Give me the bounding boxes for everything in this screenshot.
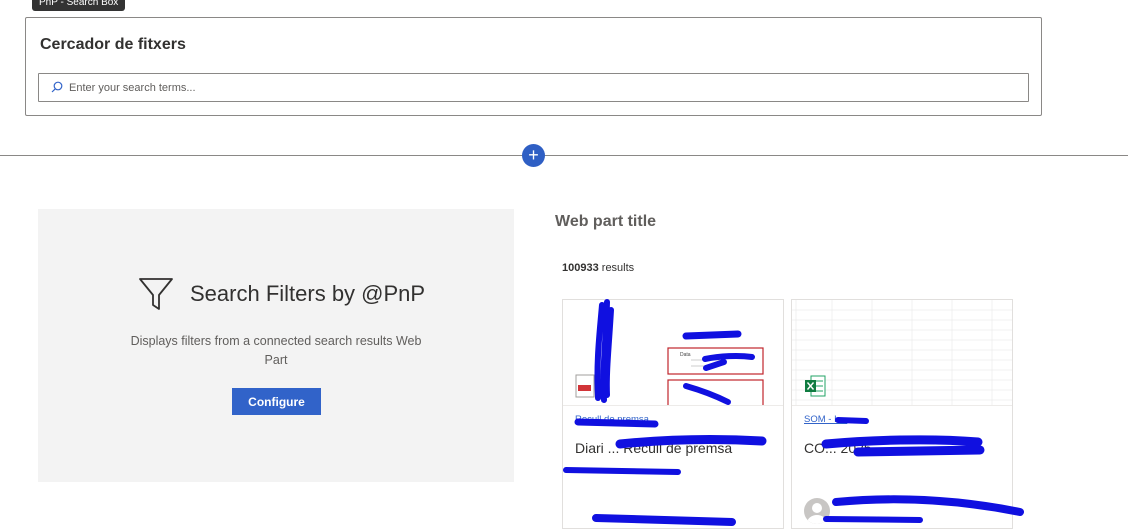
- results-count-number: 100933: [562, 262, 599, 274]
- pdf-icon: [575, 374, 595, 398]
- webpart-tag: PnP - Search Box: [32, 0, 126, 11]
- results-count: 100933 results: [562, 262, 634, 274]
- search-filters-webpart: Search Filters by @PnP Displays filters …: [38, 209, 514, 482]
- filters-header: Search Filters by @PnP: [138, 276, 425, 312]
- avatar: [804, 498, 830, 524]
- result-site-link[interactable]: SOM - L...: [804, 414, 847, 425]
- result-card[interactable]: Data Recull de premsa Diari ... Recull d…: [562, 299, 784, 529]
- filters-title: Search Filters by @PnP: [190, 281, 426, 306]
- filter-icon: [139, 278, 173, 310]
- search-box-title: Cercador de fitxers: [40, 36, 186, 53]
- thumb-label: Data: [680, 352, 691, 358]
- person-icon: [807, 503, 827, 524]
- result-card[interactable]: SOM - L... CO... 2025: [791, 299, 1013, 529]
- section-divider: [0, 155, 1128, 156]
- result-title[interactable]: CO... 2025: [804, 440, 1004, 456]
- search-field[interactable]: [38, 73, 1029, 102]
- results-count-suffix: results: [601, 262, 635, 274]
- excel-icon: [805, 375, 826, 397]
- search-input[interactable]: [69, 74, 1019, 101]
- search-icon: [51, 81, 63, 93]
- configure-button[interactable]: Configure: [232, 388, 321, 415]
- search-box-webpart: Cercador de fitxers: [25, 17, 1042, 116]
- add-section-button[interactable]: +: [522, 144, 545, 167]
- result-title[interactable]: Diari ... Recull de premsa: [575, 440, 775, 456]
- results-webpart-title: Web part title: [555, 213, 657, 230]
- result-site-link[interactable]: Recull de premsa: [575, 414, 649, 425]
- filters-description: Displays filters from a connected search…: [130, 334, 422, 367]
